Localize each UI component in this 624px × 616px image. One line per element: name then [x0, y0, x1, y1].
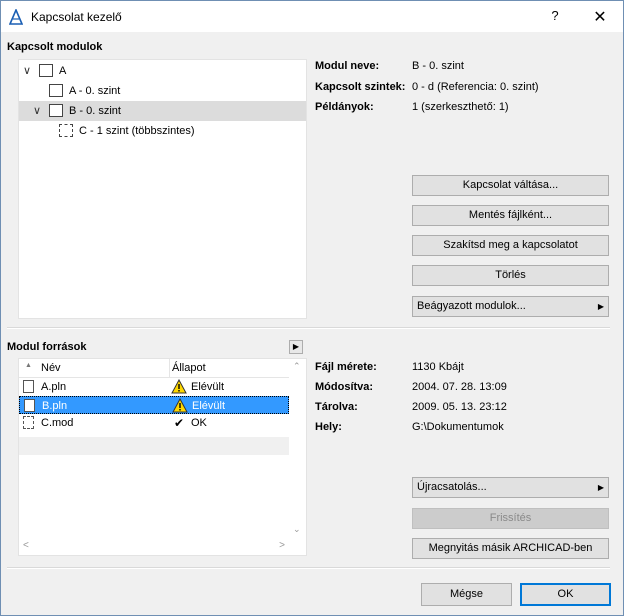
- break-link-button[interactable]: Szakítsd meg a kapcsolatot: [412, 235, 609, 256]
- modified-value: 2004. 07. 28. 13:09: [412, 381, 507, 393]
- open-in-other-archicad-button[interactable]: Megnyitás másik ARCHICAD-ben: [412, 538, 609, 559]
- horizontal-scrollbar[interactable]: < >: [19, 539, 289, 555]
- linked-modules-title: Kapcsolt modulok: [7, 41, 103, 53]
- switch-link-button[interactable]: Kapcsolat váltása...: [412, 175, 609, 196]
- help-button[interactable]: ?: [542, 8, 568, 26]
- chevron-right-icon: ▶: [597, 302, 604, 311]
- location-value: G:\Dokumentumok: [412, 421, 504, 433]
- location-label: Hely:: [315, 421, 342, 433]
- nested-modules-label: Beágyazott modulok...: [417, 300, 526, 312]
- module-name-label: Modul neve:: [315, 60, 380, 72]
- save-as-file-button[interactable]: Mentés fájlként...: [412, 205, 609, 226]
- tree-item-a[interactable]: ∨ A: [19, 61, 306, 81]
- scroll-right-icon[interactable]: >: [279, 540, 285, 551]
- footer-divider: [7, 567, 610, 569]
- list-header: ▲ Név Állapot: [19, 359, 289, 378]
- chevron-right-icon: ▶: [597, 483, 604, 492]
- refresh-button[interactable]: Frissítés: [412, 508, 609, 529]
- chevron-down-icon[interactable]: ∨: [33, 101, 41, 121]
- story-icon: [49, 104, 63, 117]
- stored-value: 2009. 05. 13. 23:12: [412, 401, 507, 413]
- linked-stories-label: Kapcsolt szintek:: [315, 81, 406, 93]
- chevron-down-icon[interactable]: ∨: [23, 61, 31, 81]
- title-bar: Kapcsolat kezelő ? ✕: [1, 1, 623, 32]
- check-icon: ✔: [174, 416, 185, 430]
- scroll-left-icon[interactable]: <: [23, 540, 29, 551]
- sort-ascending-icon[interactable]: ▲: [25, 362, 32, 369]
- relink-label: Újracsatolás...: [417, 481, 487, 493]
- delete-button[interactable]: Törlés: [412, 265, 609, 286]
- source-status: Elévült: [192, 400, 226, 412]
- multistory-icon: [59, 124, 73, 137]
- source-name: A.pln: [41, 381, 67, 393]
- tree-item-label: C - 1 szint (többszintes): [79, 125, 195, 137]
- story-icon: [49, 84, 63, 97]
- window-title: Kapcsolat kezelő: [31, 10, 122, 24]
- source-row-c[interactable]: C.mod ✔ OK: [19, 414, 289, 432]
- linked-stories-value: 0 - d (Referencia: 0. szint): [412, 81, 539, 93]
- tree-item-label: A: [59, 65, 67, 77]
- tree-item-label: B - 0. szint: [69, 105, 121, 117]
- expand-panel-button[interactable]: ▶: [289, 340, 303, 354]
- column-header-status[interactable]: Állapot: [172, 362, 206, 374]
- archicad-app-icon: [9, 9, 23, 25]
- source-name: C.mod: [41, 417, 74, 429]
- tree-item-label: A - 0. szint: [69, 85, 121, 97]
- file-icon: [24, 399, 35, 412]
- nested-modules-button[interactable]: Beágyazott modulok... ▶: [412, 296, 609, 317]
- cancel-button[interactable]: Mégse: [421, 583, 512, 606]
- tree-item-a-0-szint[interactable]: A - 0. szint: [19, 81, 306, 101]
- tree-item-c-1-szint[interactable]: C - 1 szint (többszintes): [19, 121, 306, 141]
- source-name: B.pln: [42, 400, 68, 412]
- file-icon: [23, 416, 34, 429]
- source-status: OK: [191, 417, 207, 429]
- warning-icon: [171, 379, 187, 394]
- scroll-up-icon[interactable]: ⌃: [293, 361, 301, 372]
- linked-modules-tree[interactable]: ∨ A A - 0. szint ∨ B - 0. szint C - 1 sz…: [18, 59, 307, 319]
- section-divider: [7, 327, 610, 329]
- modified-label: Módosítva:: [315, 381, 374, 393]
- tree-item-b-0-szint[interactable]: ∨ B - 0. szint: [19, 101, 306, 121]
- scroll-down-icon[interactable]: ⌄: [293, 524, 301, 535]
- module-sources-list[interactable]: ▲ Név Állapot A.pln Elévült B.pln Elévül…: [18, 358, 307, 556]
- instances-value: 1 (szerkeszthető: 1): [412, 101, 509, 113]
- relink-button[interactable]: Újracsatolás... ▶: [412, 477, 609, 498]
- warning-icon: [172, 398, 188, 413]
- file-size-value: 1130 Kbájt: [412, 361, 464, 373]
- file-icon: [23, 380, 34, 393]
- list-empty-area: [19, 437, 289, 455]
- module-name-value: B - 0. szint: [412, 60, 464, 72]
- module-sources-title: Modul források: [7, 341, 87, 353]
- file-size-label: Fájl mérete:: [315, 361, 377, 373]
- source-row-a[interactable]: A.pln Elévült: [19, 378, 289, 396]
- close-button[interactable]: ✕: [587, 7, 613, 27]
- source-row-b[interactable]: B.pln Elévült: [19, 396, 289, 414]
- source-status: Elévült: [191, 381, 225, 393]
- dialog-window: Kapcsolat kezelő ? ✕ Kapcsolt modulok ∨ …: [0, 0, 624, 616]
- stored-label: Tárolva:: [315, 401, 358, 413]
- module-icon: [39, 64, 53, 77]
- instances-label: Példányok:: [315, 101, 374, 113]
- column-header-name[interactable]: Név: [41, 362, 61, 374]
- vertical-scrollbar[interactable]: ⌃ ⌄: [290, 359, 306, 537]
- column-divider: [169, 359, 170, 377]
- ok-button[interactable]: OK: [520, 583, 611, 606]
